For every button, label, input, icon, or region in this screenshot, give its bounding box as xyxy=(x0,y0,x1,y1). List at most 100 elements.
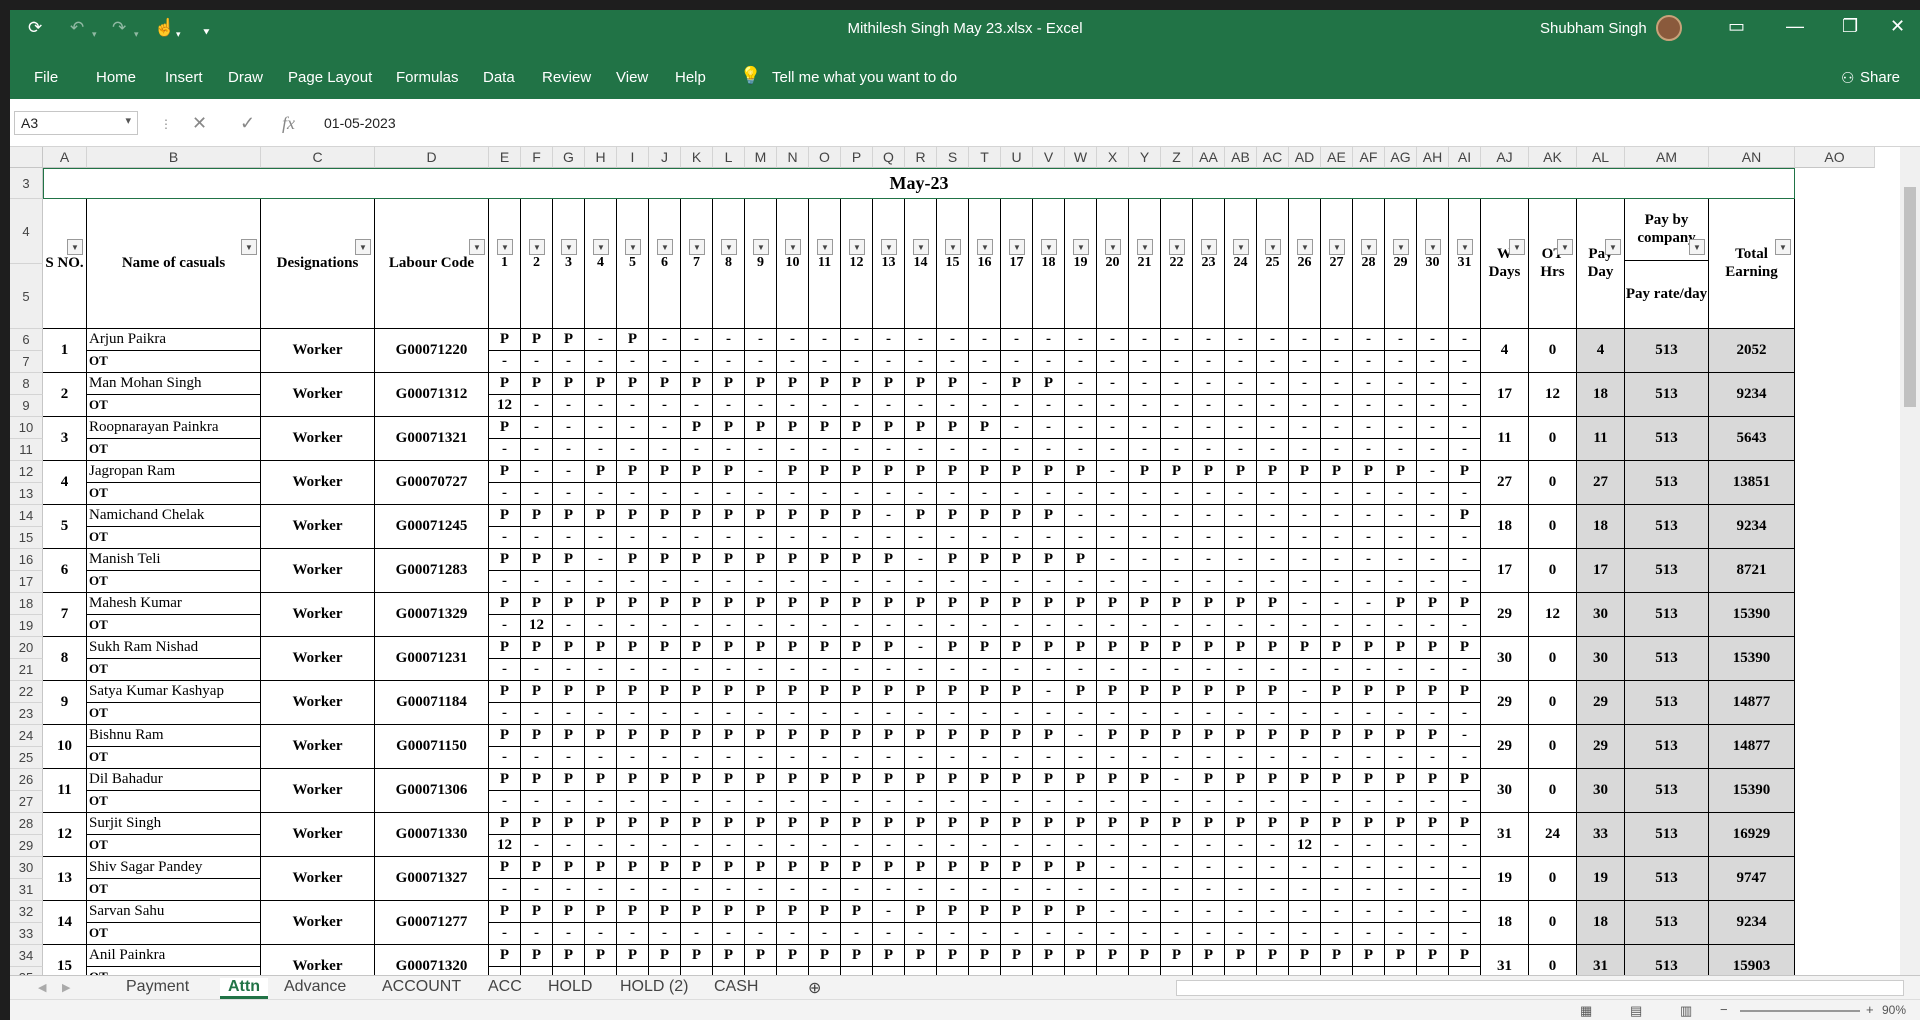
attendance-cell[interactable]: P xyxy=(969,505,1001,527)
designation[interactable]: Worker xyxy=(261,417,375,461)
attendance-cell[interactable]: P xyxy=(585,373,617,395)
attendance-cell[interactable]: - xyxy=(1033,417,1065,439)
ot-hours-cell[interactable]: - xyxy=(937,879,969,901)
attendance-cell[interactable]: P xyxy=(1001,725,1033,747)
designation[interactable]: Worker xyxy=(261,813,375,857)
ot-hours-cell[interactable]: - xyxy=(809,571,841,593)
attendance-cell[interactable]: P xyxy=(1033,373,1065,395)
ot-hours-cell[interactable]: - xyxy=(1321,835,1353,857)
attendance-cell[interactable]: P xyxy=(713,769,745,791)
attendance-cell[interactable]: P xyxy=(585,813,617,835)
attendance-cell[interactable]: - xyxy=(1417,461,1449,483)
ot-hours-total[interactable]: 0 xyxy=(1529,329,1577,373)
attendance-cell[interactable]: P xyxy=(809,373,841,395)
attendance-cell[interactable]: P xyxy=(585,769,617,791)
header-day[interactable]: 24 xyxy=(1225,199,1257,329)
ot-hours-cell[interactable]: - xyxy=(1033,703,1065,725)
ot-hours-cell[interactable]: - xyxy=(1161,439,1193,461)
attendance-cell[interactable]: - xyxy=(1417,857,1449,879)
attendance-cell[interactable]: - xyxy=(1193,505,1225,527)
attendance-cell[interactable]: P xyxy=(1289,725,1321,747)
attendance-cell[interactable]: P xyxy=(1129,945,1161,967)
ot-hours-cell[interactable]: - xyxy=(1065,967,1097,975)
column-header[interactable]: AI xyxy=(1449,147,1481,168)
attendance-cell[interactable]: - xyxy=(1321,901,1353,923)
ot-label[interactable]: OT xyxy=(87,571,261,593)
attendance-cell[interactable]: P xyxy=(553,373,585,395)
serial-number[interactable]: 12 xyxy=(43,813,87,857)
ot-hours-cell[interactable]: - xyxy=(1001,835,1033,857)
attendance-cell[interactable]: P xyxy=(969,637,1001,659)
column-header[interactable]: AD xyxy=(1289,147,1321,168)
attendance-cell[interactable]: P xyxy=(585,505,617,527)
attendance-cell[interactable]: - xyxy=(937,329,969,351)
ot-label[interactable]: OT xyxy=(87,967,261,975)
attendance-cell[interactable]: - xyxy=(1449,725,1481,747)
header-day[interactable]: 27 xyxy=(1321,199,1353,329)
attendance-cell[interactable]: P xyxy=(1129,461,1161,483)
row-header[interactable]: 16 xyxy=(10,549,43,571)
ot-hours-cell[interactable]: - xyxy=(777,967,809,975)
attendance-cell[interactable]: P xyxy=(937,461,969,483)
attendance-cell[interactable]: P xyxy=(1321,813,1353,835)
ot-hours-cell[interactable]: - xyxy=(1033,351,1065,373)
attendance-cell[interactable]: P xyxy=(649,681,681,703)
attendance-cell[interactable]: P xyxy=(681,505,713,527)
attendance-cell[interactable]: P xyxy=(617,857,649,879)
ot-hours-cell[interactable]: - xyxy=(617,483,649,505)
ot-hours-cell[interactable]: - xyxy=(617,351,649,373)
serial-number[interactable]: 8 xyxy=(43,637,87,681)
ot-hours-cell[interactable]: - xyxy=(1161,571,1193,593)
attendance-cell[interactable]: - xyxy=(1257,901,1289,923)
attendance-cell[interactable]: P xyxy=(1321,725,1353,747)
ot-hours-cell[interactable]: - xyxy=(1033,923,1065,945)
ot-hours-cell[interactable]: - xyxy=(1449,923,1481,945)
serial-number[interactable]: 1 xyxy=(43,329,87,373)
attendance-cell[interactable]: - xyxy=(1225,417,1257,439)
filter-dropdown-icon[interactable]: ▼ xyxy=(721,239,737,255)
ot-hours-cell[interactable]: - xyxy=(1385,703,1417,725)
ot-hours-cell[interactable]: - xyxy=(1097,571,1129,593)
filter-dropdown-icon[interactable]: ▼ xyxy=(1329,239,1345,255)
serial-number[interactable]: 7 xyxy=(43,593,87,637)
attendance-cell[interactable]: P xyxy=(777,549,809,571)
ot-hours-cell[interactable]: - xyxy=(1321,747,1353,769)
ot-hours-cell[interactable]: - xyxy=(1225,571,1257,593)
ot-hours-cell[interactable]: - xyxy=(1353,835,1385,857)
ot-hours-cell[interactable]: - xyxy=(585,571,617,593)
ot-hours-cell[interactable]: - xyxy=(1225,923,1257,945)
ot-hours-cell[interactable]: - xyxy=(937,395,969,417)
ot-hours-cell[interactable]: - xyxy=(1065,395,1097,417)
filter-dropdown-icon[interactable]: ▼ xyxy=(657,239,673,255)
row-header[interactable]: 9 xyxy=(10,395,43,417)
attendance-cell[interactable]: P xyxy=(1289,461,1321,483)
column-header[interactable]: Z xyxy=(1161,147,1193,168)
attendance-cell[interactable]: P xyxy=(809,461,841,483)
ot-hours-cell[interactable]: - xyxy=(1449,967,1481,975)
attendance-cell[interactable]: P xyxy=(1065,681,1097,703)
sheet-tab[interactable]: Payment xyxy=(126,978,189,996)
ot-hours-cell[interactable]: - xyxy=(681,527,713,549)
attendance-cell[interactable]: P xyxy=(1385,769,1417,791)
attendance-cell[interactable]: P xyxy=(1449,593,1481,615)
ot-hours-total[interactable]: 0 xyxy=(1529,417,1577,461)
attendance-cell[interactable]: P xyxy=(1225,681,1257,703)
ot-hours-cell[interactable]: - xyxy=(937,835,969,857)
filter-dropdown-icon[interactable]: ▼ xyxy=(1009,239,1025,255)
attendance-cell[interactable]: - xyxy=(1289,329,1321,351)
row-header[interactable]: 8 xyxy=(10,373,43,395)
ot-hours-cell[interactable]: - xyxy=(649,571,681,593)
ot-hours-cell[interactable]: - xyxy=(585,615,617,637)
attendance-cell[interactable]: P xyxy=(681,373,713,395)
working-days[interactable]: 27 xyxy=(1481,461,1529,505)
attendance-cell[interactable]: P xyxy=(1129,725,1161,747)
attendance-cell[interactable]: P xyxy=(809,417,841,439)
ot-hours-cell[interactable]: - xyxy=(1033,747,1065,769)
filter-dropdown-icon[interactable]: ▼ xyxy=(785,239,801,255)
header-day[interactable]: 1 xyxy=(489,199,521,329)
ot-hours-cell[interactable]: - xyxy=(873,395,905,417)
attendance-cell[interactable]: P xyxy=(969,593,1001,615)
ot-hours-cell[interactable]: - xyxy=(1161,923,1193,945)
ot-hours-cell[interactable]: - xyxy=(1321,967,1353,975)
ot-hours-cell[interactable]: - xyxy=(1097,791,1129,813)
